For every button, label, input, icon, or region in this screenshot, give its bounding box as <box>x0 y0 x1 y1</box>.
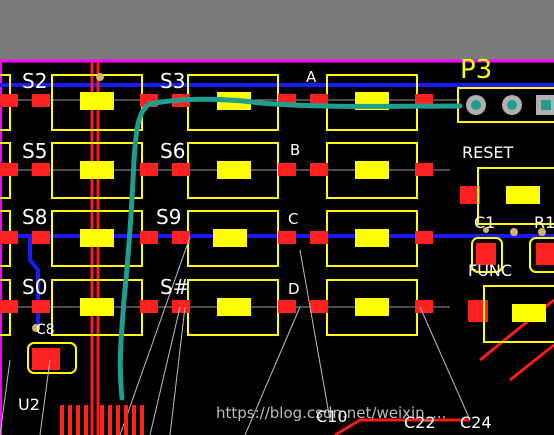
label-s-hash: S# <box>160 275 189 299</box>
switch-footprints <box>0 74 418 336</box>
label-s0: S0 <box>22 275 47 299</box>
label-row-a: A <box>306 68 317 86</box>
pcb-canvas[interactable]: S2 S3 S5 S6 S8 S9 S0 S# A B C D RESET FU… <box>0 0 554 435</box>
label-c24: C24 <box>460 413 492 432</box>
row-guides <box>0 99 460 308</box>
label-p3: P3 <box>460 55 492 85</box>
label-func: FUNC <box>468 261 512 280</box>
label-u2: U2 <box>18 395 40 414</box>
label-reset: RESET <box>462 143 513 162</box>
pcb-layout-view[interactable]: S2 S3 S5 S6 S8 S9 S0 S# A B C D RESET FU… <box>0 0 554 435</box>
label-s6: S6 <box>160 139 185 163</box>
label-c1: C1 <box>474 213 495 232</box>
label-row-c: C <box>288 210 298 228</box>
label-s8: S8 <box>22 205 47 229</box>
label-r1: R1 <box>534 213 554 232</box>
watermark-text: https://blog.csdn.net/weixin_... <box>216 404 447 422</box>
label-row-b: B <box>290 141 300 159</box>
ic-u2-pins <box>60 405 144 435</box>
header-p3-pins <box>466 95 554 115</box>
label-s2: S2 <box>22 69 47 93</box>
label-s5: S5 <box>22 139 47 163</box>
label-s3: S3 <box>160 69 185 93</box>
label-c8: C8 <box>36 322 55 338</box>
label-row-d: D <box>288 280 300 298</box>
label-s9: S9 <box>156 205 181 229</box>
